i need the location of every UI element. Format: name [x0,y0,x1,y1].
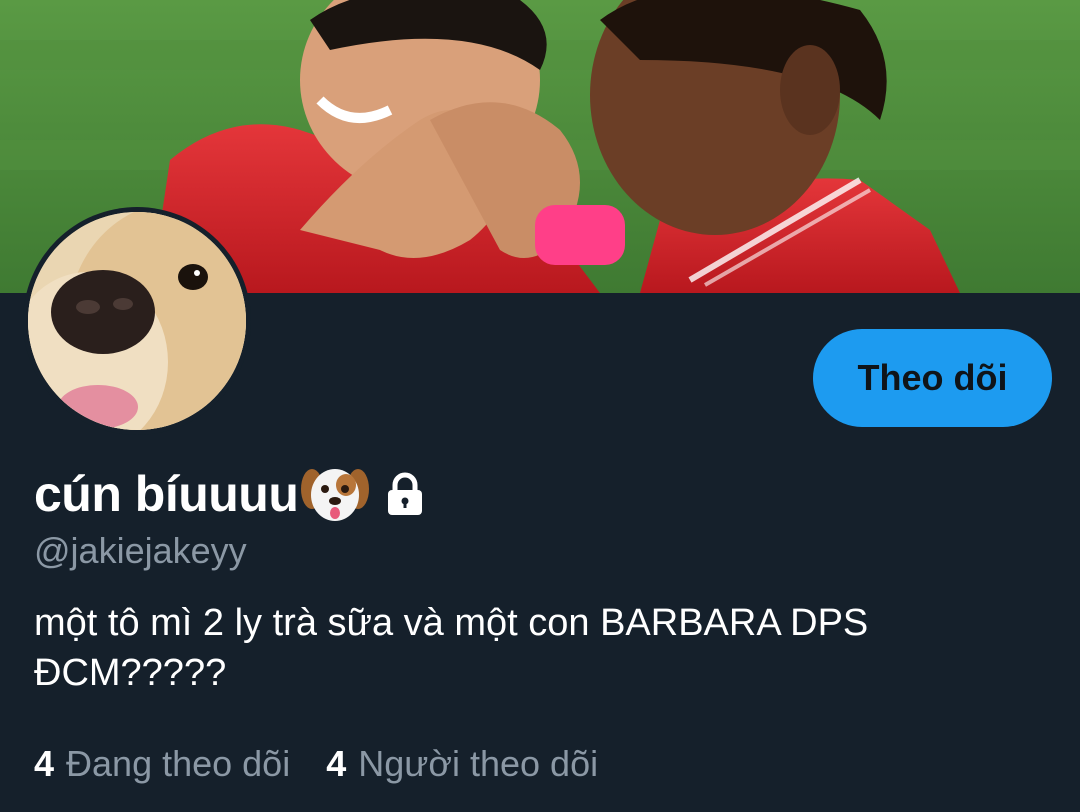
following-count: 4 [34,743,55,784]
profile-handle: @jakiejakeyy [34,530,247,571]
profile-name-row: cún bíuuuu [34,458,428,530]
lock-icon [382,471,428,517]
followers-stat-link[interactable]: 4 Người theo dõi [326,743,598,785]
profile-bio: một tô mì 2 ly trà sữa và một con BARBAR… [34,598,1034,698]
following-stat-link[interactable]: 4 Đang theo dõi [34,743,290,785]
followers-count: 4 [326,743,347,784]
puppy-photo [28,212,246,430]
follow-button[interactable]: Theo dõi [813,329,1052,427]
profile-page: Theo dõi cún bíuuuu @jakiejakeyy một tô … [0,0,1080,812]
bio-line: ĐCM????? [34,652,227,694]
bio-line: một tô mì 2 ly trà sữa và một con BARBAR… [34,602,869,644]
profile-stats: 4 Đang theo dõi 4 Người theo dõi [34,743,634,785]
profile-avatar[interactable] [23,207,251,435]
avatar-image [28,212,246,430]
following-label: Đang theo dõi [66,743,291,784]
display-name: cún bíuuuu [34,466,299,522]
dog-face-icon [300,459,370,529]
followers-label: Người theo dõi [358,743,599,784]
